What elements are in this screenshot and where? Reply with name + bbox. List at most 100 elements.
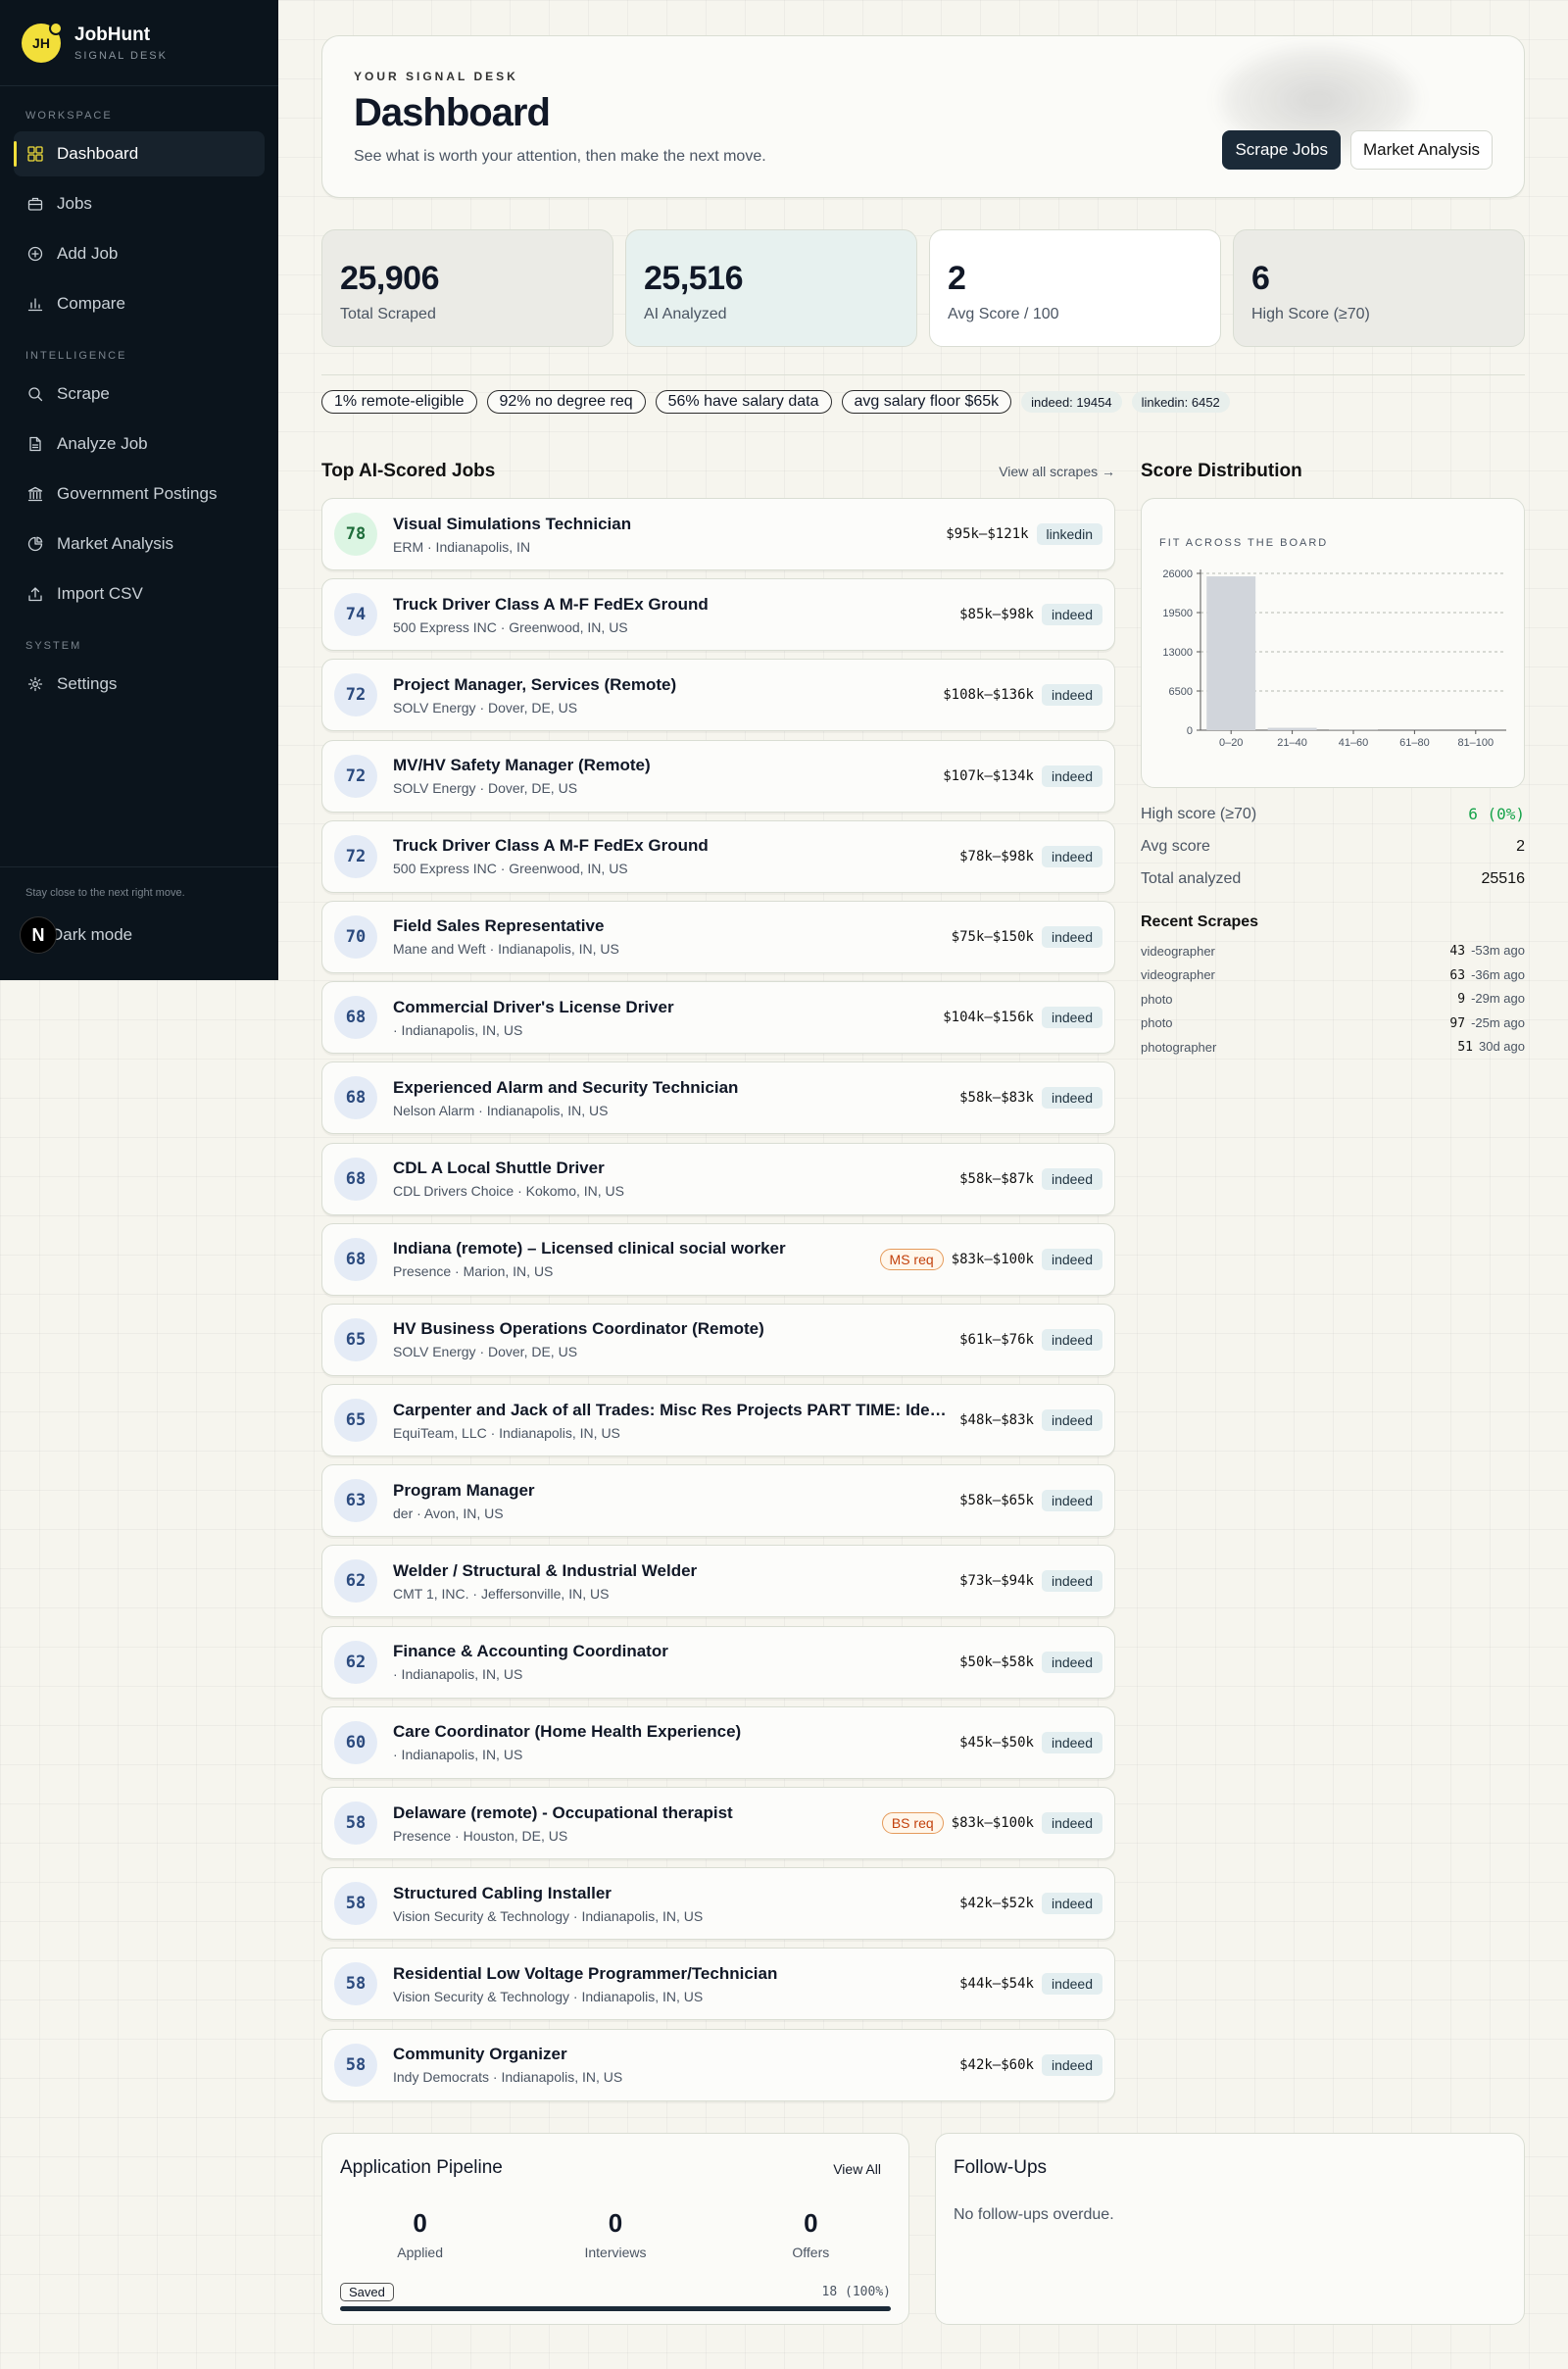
sidebar-item-compare[interactable]: Compare <box>14 281 265 326</box>
job-tags: MS req $83k–$100k indeed <box>879 1248 1102 1270</box>
jobs-list: 78 Visual Simulations Technician ERM · Ind… <box>321 498 1115 2109</box>
job-row[interactable]: 58 Delaware (remote) - Occupational thera… <box>321 1787 1115 1859</box>
document-icon <box>27 436 43 452</box>
brand[interactable]: JH JobHunt SIGNAL DESK <box>0 0 278 86</box>
job-info: Finance & Accounting Coordinator · India… <box>393 1642 950 1682</box>
job-row[interactable]: 68 Commercial Driver's License Driver · I… <box>321 981 1115 1055</box>
job-row[interactable]: 68 CDL A Local Shuttle Driver CDL Drivers … <box>321 1142 1115 1215</box>
job-company-location: · Indianapolis, IN, US <box>393 1021 523 1038</box>
job-row[interactable]: 62 Finance & Accounting Coordinator · Ind… <box>321 1625 1115 1699</box>
job-title: Indiana (remote) – Licensed clinical soc… <box>393 1239 786 1259</box>
job-tags: $44k–$54k indeed <box>959 1973 1102 1996</box>
job-title: Structured Cabling Installer <box>393 1883 612 1902</box>
job-row[interactable]: 65 HV Business Operations Coordinator (Re… <box>321 1303 1115 1376</box>
sidebar-item-government-postings[interactable]: Government Postings <box>14 471 265 517</box>
sidebar-item-import-csv[interactable]: Import CSV <box>14 571 265 617</box>
summary-row: High score (≥70) 6 (0%) <box>1141 798 1525 830</box>
recent-scrape-row[interactable]: videographer 63 -36m ago <box>1141 963 1525 988</box>
job-row[interactable]: 72 MV/HV Safety Manager (Remote) SOLV Ener… <box>321 739 1115 813</box>
sidebar-item-label: Add Job <box>57 244 119 263</box>
dark-mode-toggle[interactable]: N Dark mode <box>20 916 253 954</box>
sidebar-item-dashboard[interactable]: Dashboard <box>14 131 265 176</box>
job-company-location: CMT 1, INC. · Jeffersonville, IN, US <box>393 1585 610 1602</box>
job-row[interactable]: 63 Program Manager der · Avon, IN, US $58k–… <box>321 1464 1115 1538</box>
job-title: Truck Driver Class A M-F FedEx Ground <box>393 594 709 614</box>
job-row[interactable]: 58 Structured Cabling Installer Vision Sec… <box>321 1867 1115 1941</box>
recent-scrapes-title: Recent Scrapes <box>1141 913 1259 930</box>
job-title: Visual Simulations Technician <box>393 514 632 533</box>
recent-scrape-row[interactable]: photographer 51 30d ago <box>1141 1035 1525 1060</box>
job-tags: $58k–$87k indeed <box>959 1167 1102 1190</box>
recent-scrape-row[interactable]: photo 97 -25m ago <box>1141 1012 1525 1036</box>
job-row[interactable]: 68 Indiana (remote) – Licensed clinical s… <box>321 1222 1115 1296</box>
job-info: Truck Driver Class A M-F FedEx Ground 500… <box>393 836 950 876</box>
sidebar-item-add-job[interactable]: Add Job <box>14 231 265 276</box>
sidebar-item-label: Jobs <box>57 194 92 213</box>
job-row[interactable]: 68 Experienced Alarm and Security Technic… <box>321 1061 1115 1135</box>
pipeline-label: Applied <box>397 2245 443 2260</box>
source-badge: indeed <box>1041 925 1102 948</box>
y-tick-label: 13000 <box>1162 647 1193 659</box>
pipeline-stat-offers[interactable]: 0 Offers <box>737 2208 884 2260</box>
job-row[interactable]: 74 Truck Driver Class A M-F FedEx Ground 5… <box>321 578 1115 652</box>
page-title: Dashboard <box>354 91 551 134</box>
job-company-location: Vision Security & Technology · Indianapo… <box>393 1907 704 1924</box>
source-badge: indeed <box>1041 1087 1102 1110</box>
source-badge: indeed <box>1041 2053 1102 2076</box>
job-company-location: Nelson Alarm · Indianapolis, IN, US <box>393 1102 609 1118</box>
source-badge: indeed <box>1041 1651 1102 1673</box>
market-analysis-button[interactable]: Market Analysis <box>1349 130 1493 170</box>
recent-scrapes-list: videographer 43 -53m ago videographer 63 -36m… <box>1141 939 1525 1060</box>
job-info: Truck Driver Class A M-F FedEx Ground 500… <box>393 595 950 635</box>
scrape-jobs-button[interactable]: Scrape Jobs <box>1222 130 1341 170</box>
follow-ups-empty: No follow-ups overdue. <box>954 2206 1114 2223</box>
salary-range: $78k–$98k <box>959 848 1034 864</box>
sidebar-item-label: Import CSV <box>57 584 143 603</box>
follow-ups-title: Follow-Ups <box>954 2157 1048 2178</box>
sidebar-item-scrape[interactable]: Scrape <box>14 371 265 417</box>
recent-scrape-row[interactable]: photo 9 -29m ago <box>1141 987 1525 1012</box>
job-row[interactable]: 65 Carpenter and Jack of all Trades: Misc… <box>321 1384 1115 1457</box>
job-row[interactable]: 60 Care Coordinator (Home Health Experien… <box>321 1705 1115 1779</box>
sidebar-item-market-analysis[interactable]: Market Analysis <box>14 521 265 567</box>
job-row[interactable]: 78 Visual Simulations Technician ERM · Ind… <box>321 498 1115 570</box>
job-row[interactable]: 72 Project Manager, Services (Remote) SOLV… <box>321 659 1115 732</box>
pipeline-stat-interviews[interactable]: 0 Interviews <box>542 2208 689 2260</box>
sidebar-item-analyze-job[interactable]: Analyze Job <box>14 421 265 467</box>
salary-range: $50k–$58k <box>959 1653 1034 1670</box>
job-row[interactable]: 70 Field Sales Representative Mane and Wef… <box>321 900 1115 973</box>
source-badge: indeed <box>1041 1248 1102 1270</box>
stat-value: 6 <box>1251 260 1270 297</box>
job-title: Field Sales Representative <box>393 916 605 936</box>
job-row[interactable]: 62 Welder / Structural & Industrial Welde… <box>321 1545 1115 1618</box>
view-all-scrapes-link[interactable]: View all scrapes → <box>999 464 1115 479</box>
nav-section-intelligence: INTELLIGENCE <box>25 350 127 362</box>
job-row[interactable]: 58 Residential Low Voltage Programmer/Tec… <box>321 1948 1115 2021</box>
source-badge: indeed <box>1041 1007 1102 1029</box>
summary-label: High score (≥70) <box>1141 805 1257 822</box>
source-badge: indeed <box>1041 604 1102 626</box>
recent-scrape-row[interactable]: videographer 43 -53m ago <box>1141 939 1525 963</box>
score-badge: 58 <box>334 1882 377 1926</box>
search-icon <box>27 386 43 402</box>
scrape-stats: 51 30d ago <box>1457 1039 1525 1055</box>
plus-circle-icon <box>27 246 43 262</box>
stat-value: 25,516 <box>644 260 744 297</box>
job-title: Welder / Structural & Industrial Welder <box>393 1560 698 1580</box>
salary-range: $108k–$136k <box>943 687 1034 704</box>
job-row[interactable]: 58 Community Organizer Indy Democrats · In… <box>321 2028 1115 2101</box>
job-row[interactable]: 72 Truck Driver Class A M-F FedEx Ground 5… <box>321 819 1115 893</box>
hero-eyebrow: YOUR SIGNAL DESK <box>354 70 518 83</box>
salary-range: $42k–$60k <box>959 2056 1034 2073</box>
bar-1 <box>1206 576 1256 730</box>
pipeline-view-all-link[interactable]: View All <box>833 2161 881 2177</box>
insight-chip: avg salary floor $65k <box>841 390 1012 414</box>
job-title: Project Manager, Services (Remote) <box>393 674 677 694</box>
x-tick-label: 21–40 <box>1277 737 1307 749</box>
sidebar-item-jobs[interactable]: Jobs <box>14 181 265 226</box>
sidebar-item-settings[interactable]: Settings <box>14 662 265 707</box>
pipeline-count: 0 <box>413 2208 427 2238</box>
job-title: Experienced Alarm and Security Technicia… <box>393 1077 739 1097</box>
pipeline-stat-applied[interactable]: 0 Applied <box>347 2208 494 2260</box>
score-badge: 68 <box>334 1157 377 1201</box>
